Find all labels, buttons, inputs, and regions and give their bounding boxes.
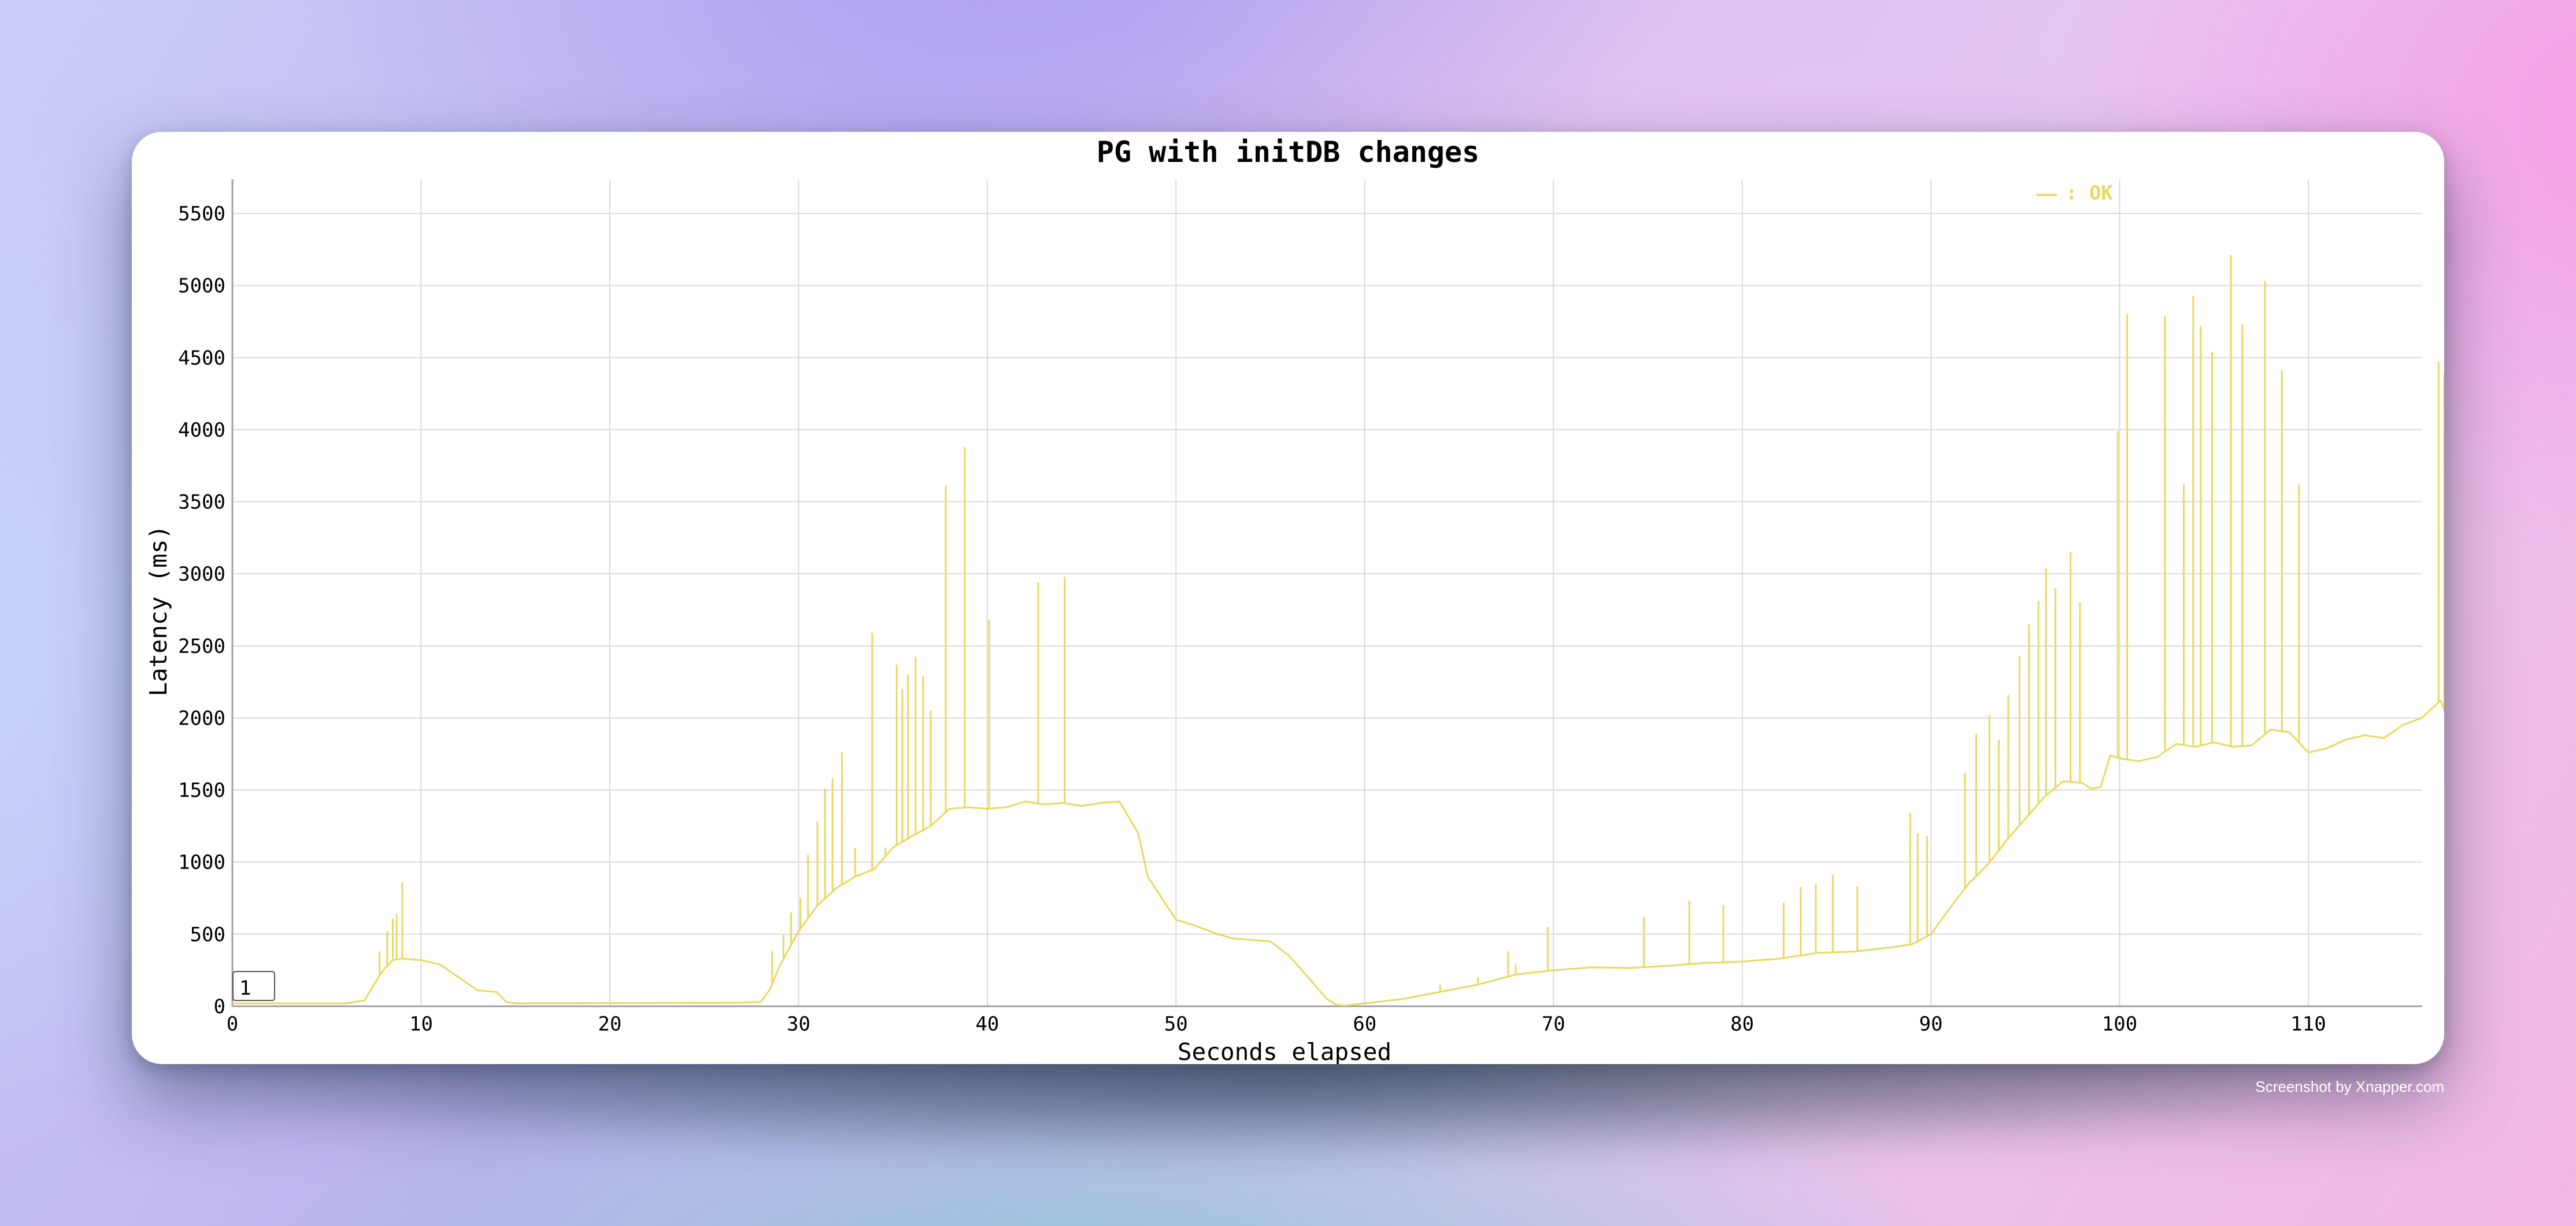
y-tick-label: 2500 (178, 635, 225, 658)
latency-chart: PG with initDB changes 05001000150020002… (145, 135, 2497, 1066)
y-tick-label: 4500 (178, 346, 225, 370)
x-tick-label: 30 (787, 1013, 810, 1036)
x-tick-label: 100 (2102, 1013, 2137, 1036)
chart-title: PG with initDB changes (1097, 135, 1479, 169)
grid (232, 179, 2422, 1006)
x-tick-label: 20 (598, 1013, 621, 1036)
y-tick-label: 0 (214, 995, 225, 1018)
x-tick-label: 90 (1919, 1013, 1943, 1036)
zoom-input-value[interactable]: 1 (239, 977, 251, 1000)
x-tick-label: 0 (227, 1013, 238, 1036)
y-tick-label: 1500 (178, 779, 225, 802)
x-tick-label: 60 (1353, 1013, 1376, 1036)
y-axis-label: Latency (ms) (145, 525, 172, 696)
latency-spikes (379, 255, 2487, 992)
y-tick-label: 3500 (178, 491, 225, 514)
y-tick-label: 500 (190, 923, 225, 946)
y-tick-label: 3000 (178, 563, 225, 586)
x-axis-label: Seconds elapsed (1178, 1038, 1391, 1064)
y-tick-label: 5000 (178, 275, 225, 298)
chart-card: PG with initDB changes 0 500 1000 1500 2000 2… (132, 132, 2497, 1066)
x-tick-label: 50 (1164, 1013, 1188, 1036)
y-tick-label: 4000 (178, 419, 225, 442)
legend: : OK (2037, 182, 2113, 205)
tick-labels: 0500100015002000250030003500400045005000… (178, 202, 2326, 1036)
x-tick-label: 10 (409, 1013, 433, 1036)
x-tick-label: 110 (2290, 1013, 2326, 1036)
legend-label-ok: : OK (2066, 182, 2113, 205)
x-tick-label: 70 (1542, 1013, 1565, 1036)
y-tick-label: 5500 (178, 202, 225, 226)
x-tick-label: 80 (1730, 1013, 1754, 1036)
y-tick-label: 2000 (178, 707, 225, 730)
zoom-input[interactable]: 1 (232, 971, 275, 1001)
y-tick-label: 1000 (178, 851, 225, 874)
axes (231, 179, 2422, 1007)
x-tick-label: 40 (975, 1013, 999, 1036)
watermark: Screenshot by Xnapper.com (2255, 1078, 2444, 1095)
series-line-ok (232, 700, 2497, 1007)
